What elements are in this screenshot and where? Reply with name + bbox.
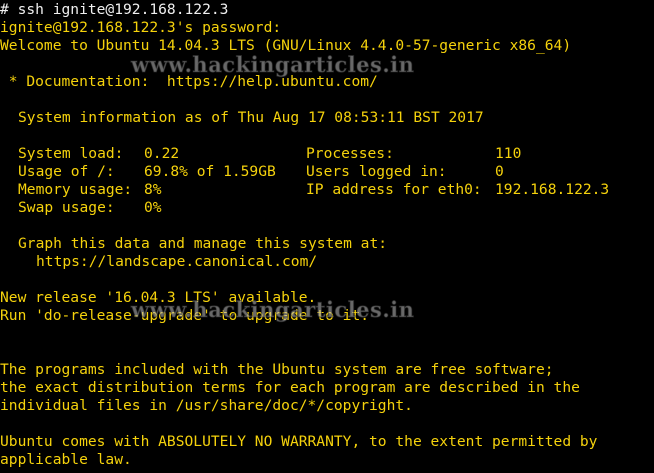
users-logged-in-label: Users logged in: (306, 163, 447, 180)
processes-label: Processes: (306, 145, 394, 162)
warranty-line-2: applicable law. (0, 451, 132, 468)
new-release-line: New release '16.04.3 LTS' available. (0, 289, 317, 306)
ip-address-value: 192.168.122.3 (495, 181, 610, 198)
processes-value: 110 (495, 145, 522, 162)
ip-address-label: IP address for eth0: (306, 181, 482, 198)
warranty-line-1: Ubuntu comes with ABSOLUTELY NO WARRANTY… (0, 433, 598, 450)
run-upgrade-line: Run 'do-release-upgrade' to upgrade to i… (0, 307, 370, 324)
swap-usage-value: 0% (144, 199, 162, 216)
graph-info-line: Graph this data and manage this system a… (18, 235, 388, 252)
system-load-label: System load: (18, 145, 124, 162)
users-logged-in-value: 0 (495, 163, 504, 180)
documentation-line: * Documentation: https://help.ubuntu.com… (0, 73, 378, 90)
system-load-value: 0.22 (144, 145, 180, 162)
landscape-url: https://landscape.canonical.com/ (36, 253, 318, 270)
command-line: # ssh ignite@192.168.122.3 (0, 1, 229, 18)
memory-usage-label: Memory usage: (18, 181, 133, 198)
swap-usage-label: Swap usage: (18, 199, 115, 216)
watermark-top: www.hackingarticles.in (130, 52, 415, 77)
license-line-2: the exact distribution terms for each pr… (0, 379, 580, 396)
license-line-3: individual files in /usr/share/doc/*/cop… (0, 397, 413, 414)
system-info-header: System information as of Thu Aug 17 08:5… (18, 109, 484, 126)
license-line-1: The programs included with the Ubuntu sy… (0, 361, 554, 378)
usage-label: Usage of /: (18, 163, 115, 180)
usage-value: 69.8% of 1.59GB (144, 163, 276, 180)
password-prompt: ignite@192.168.122.3's password: (0, 19, 282, 36)
memory-usage-value: 8% (144, 181, 162, 198)
welcome-message: Welcome to Ubuntu 14.04.3 LTS (GNU/Linux… (0, 37, 572, 54)
terminal-window[interactable]: # ssh ignite@192.168.122.3 ignite@192.16… (0, 0, 654, 473)
